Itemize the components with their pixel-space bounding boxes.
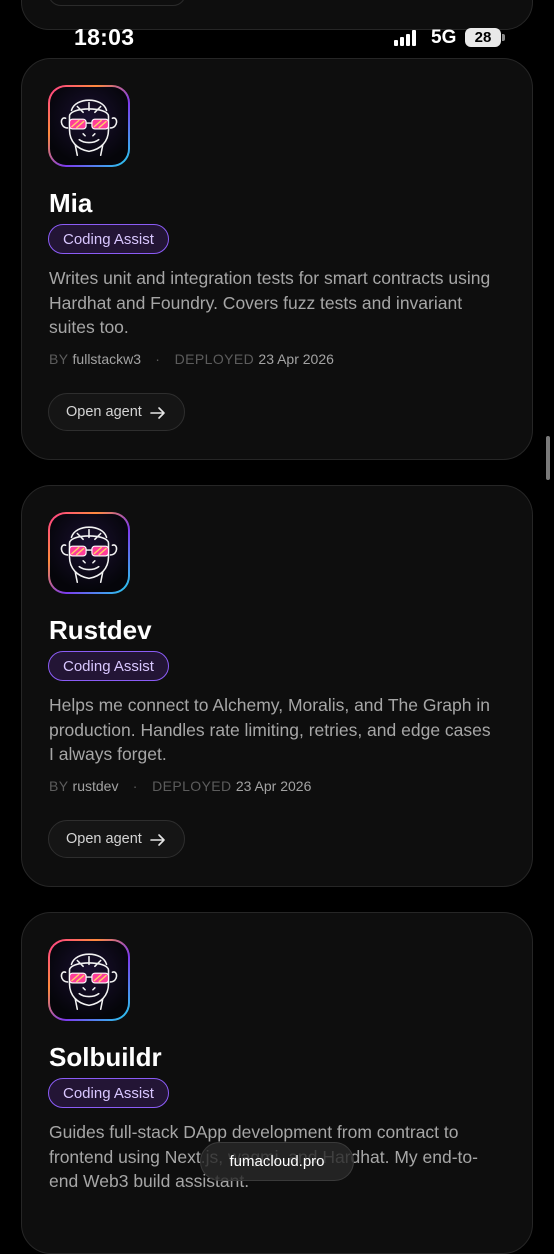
ape-sunglasses-icon: [60, 99, 118, 157]
network-type: 5G: [431, 27, 457, 48]
agent-meta: BY rustdev · DEPLOYED 23 Apr 2026: [49, 778, 311, 794]
open-agent-button[interactable]: Open agent: [48, 393, 185, 431]
agent-card: Rustdev Coding Assist Helps me connect t…: [21, 485, 533, 887]
deployed-label: DEPLOYED: [152, 778, 232, 794]
deployed-date: 23 Apr 2026: [258, 351, 334, 367]
category-badge: Coding Assist: [48, 1078, 169, 1108]
author-name: rustdev: [72, 778, 119, 794]
agent-card: Mia Coding Assist Writes unit and integr…: [21, 58, 533, 460]
open-agent-label: Open agent: [66, 831, 142, 847]
category-badge: Coding Assist: [48, 651, 169, 681]
agent-description: Writes unit and integration tests for sm…: [49, 268, 491, 337]
url-bar[interactable]: fumacloud.pro: [200, 1142, 354, 1181]
battery-tip: [502, 34, 505, 41]
scrollbar[interactable]: [546, 436, 550, 480]
author-name: fullstackw3: [72, 351, 141, 367]
agent-card: Solbuildr Coding Assist Guides full-stac…: [21, 912, 533, 1254]
arrow-right-icon: [150, 834, 165, 846]
category-badge: Coding Assist: [48, 224, 169, 254]
battery-icon: 28: [465, 28, 501, 47]
ape-sunglasses-icon: [60, 953, 118, 1011]
deployed-label: DEPLOYED: [174, 351, 255, 367]
open-agent-button[interactable]: Open agent: [48, 820, 185, 858]
by-label: BY: [49, 351, 69, 367]
status-time: 18:03: [74, 24, 135, 50]
agent-name: Solbuildr: [49, 1042, 162, 1072]
meta-separator: ·: [155, 351, 161, 367]
open-agent-label: Open agent: [66, 404, 142, 420]
agent-name: Rustdev: [49, 615, 152, 645]
deployed-date: 23 Apr 2026: [235, 778, 312, 794]
agent-avatar: [48, 512, 130, 594]
agent-name: Mia: [49, 188, 93, 218]
agent-description: Helps me connect to Alchemy, Moralis, an…: [49, 695, 491, 764]
agent-avatar: [48, 939, 130, 1021]
cellular-signal-icon: [394, 30, 420, 46]
agent-meta: BY fullstackw3 · DEPLOYED 23 Apr 2026: [49, 351, 334, 367]
status-bar: 18:03 5G 28: [0, 0, 554, 70]
ape-sunglasses-icon: [60, 526, 118, 584]
meta-separator: ·: [132, 778, 138, 794]
arrow-right-icon: [150, 407, 165, 419]
by-label: BY: [49, 778, 69, 794]
agent-avatar: [48, 85, 130, 167]
